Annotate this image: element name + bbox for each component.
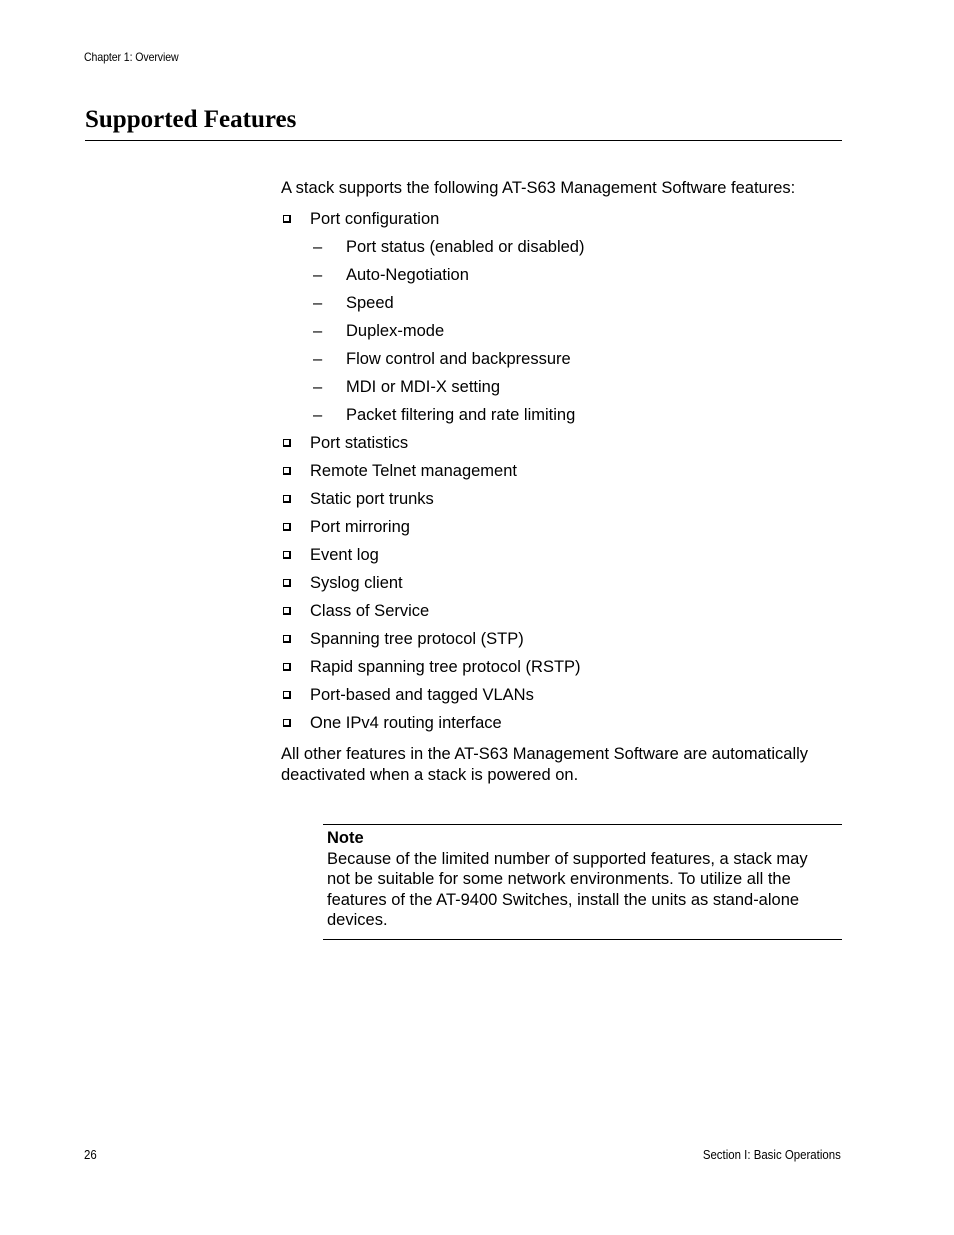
- checkbox-bullet-icon: [283, 691, 291, 699]
- feature-label: Spanning tree protocol (STP): [310, 630, 524, 648]
- dash-bullet-icon: –: [313, 238, 323, 256]
- sub-feature-label: Flow control and backpressure: [346, 350, 571, 368]
- feature-item: Syslog client: [281, 573, 841, 594]
- note-title: Note: [327, 829, 364, 847]
- sub-feature-item: – Speed: [310, 293, 841, 314]
- note-body: Because of the limited number of support…: [327, 849, 808, 930]
- sub-feature-item: – MDI or MDI-X setting: [310, 377, 841, 398]
- footer-section-title: Section I: Basic Operations: [703, 1147, 841, 1162]
- sub-feature-list: – Port status (enabled or disabled) – Auto-…: [310, 237, 841, 426]
- checkbox-bullet-icon: [283, 551, 291, 559]
- sub-feature-label: Packet filtering and rate limiting: [346, 406, 576, 424]
- dash-bullet-icon: –: [313, 350, 323, 368]
- feature-label: Port configuration: [310, 210, 440, 228]
- sub-feature-item: – Duplex-mode: [310, 321, 841, 342]
- sub-feature-item: – Packet filtering and rate limiting: [310, 405, 841, 426]
- feature-label: Port-based and tagged VLANs: [310, 686, 534, 704]
- checkbox-bullet-icon: [283, 495, 291, 503]
- feature-list: Port configuration – Port status (enabled …: [281, 209, 841, 734]
- intro-paragraph: A stack supports the following AT-S63 Ma…: [281, 179, 796, 197]
- feature-item: Rapid spanning tree protocol (RSTP): [281, 657, 841, 678]
- feature-item: Event log: [281, 545, 841, 566]
- feature-label: Class of Service: [310, 602, 430, 620]
- feature-item: Port configuration – Port status (enabled …: [281, 209, 841, 426]
- feature-label: Event log: [310, 546, 379, 564]
- feature-item: Class of Service: [281, 601, 841, 622]
- feature-label: One IPv4 routing interface: [310, 714, 502, 732]
- running-head: Chapter 1: Overview: [84, 50, 179, 64]
- checkbox-bullet-icon: [283, 215, 291, 223]
- feature-item: Remote Telnet management: [281, 461, 841, 482]
- section-title: Supported Features: [85, 106, 297, 133]
- feature-label: Rapid spanning tree protocol (RSTP): [310, 658, 581, 676]
- feature-item: Spanning tree protocol (STP): [281, 629, 841, 650]
- page-number: 26: [84, 1147, 97, 1162]
- sub-feature-label: MDI or MDI-X setting: [346, 378, 501, 396]
- checkbox-bullet-icon: [283, 663, 291, 671]
- sub-feature-label: Auto-Negotiation: [346, 266, 469, 284]
- sub-feature-item: – Port status (enabled or disabled): [310, 237, 841, 258]
- feature-item: Port-based and tagged VLANs: [281, 685, 841, 706]
- note-box: Note Because of the limited number of su…: [323, 824, 842, 940]
- dash-bullet-icon: –: [313, 378, 323, 396]
- feature-item: Port statistics: [281, 433, 841, 454]
- feature-label: Port mirroring: [310, 518, 410, 536]
- feature-label: Port statistics: [310, 434, 409, 452]
- section-content: A stack supports the following AT-S63 Ma…: [281, 178, 841, 786]
- sub-feature-label: Duplex-mode: [346, 322, 445, 340]
- checkbox-bullet-icon: [283, 579, 291, 587]
- checkbox-bullet-icon: [283, 635, 291, 643]
- sub-feature-item: – Auto-Negotiation: [310, 265, 841, 286]
- checkbox-bullet-icon: [283, 719, 291, 727]
- checkbox-bullet-icon: [283, 523, 291, 531]
- dash-bullet-icon: –: [313, 294, 323, 312]
- sub-feature-label: Port status (enabled or disabled): [346, 238, 585, 256]
- sub-feature-item: – Flow control and backpressure: [310, 349, 841, 370]
- feature-label: Static port trunks: [310, 490, 434, 508]
- dash-bullet-icon: –: [313, 266, 323, 284]
- checkbox-bullet-icon: [283, 467, 291, 475]
- feature-item: Static port trunks: [281, 489, 841, 510]
- feature-item: One IPv4 routing interface: [281, 713, 841, 734]
- dash-bullet-icon: –: [313, 406, 323, 424]
- checkbox-bullet-icon: [283, 607, 291, 615]
- feature-label: Remote Telnet management: [310, 462, 517, 480]
- checkbox-bullet-icon: [283, 439, 291, 447]
- sub-feature-label: Speed: [346, 294, 394, 312]
- feature-label: Syslog client: [310, 574, 403, 592]
- feature-item: Port mirroring: [281, 517, 841, 538]
- dash-bullet-icon: –: [313, 322, 323, 340]
- title-rule: [85, 140, 842, 141]
- outro-paragraph: All other features in the AT-S63 Managem…: [281, 745, 809, 784]
